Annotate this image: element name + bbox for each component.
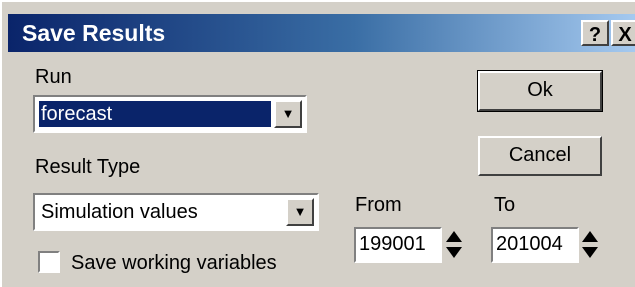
from-label: From [355,194,402,216]
to-label: To [494,194,516,216]
result-type-dropdown[interactable]: Simulation values ▼ [33,193,319,231]
run-label: Run [35,66,72,88]
spin-updown-icon[interactable] [445,227,463,263]
chevron-down-icon[interactable]: ▼ [286,198,314,226]
spin-down-icon[interactable] [582,247,598,258]
run-dropdown[interactable]: forecast ▼ [33,95,307,133]
save-working-variables-checkbox[interactable] [38,251,60,273]
title-bar: Save Results ? X [8,14,635,52]
ok-button[interactable]: Ok [477,70,603,112]
spin-down-icon[interactable] [446,247,462,258]
cancel-button[interactable]: Cancel [478,136,602,176]
help-button[interactable]: ? [581,20,609,46]
result-type-label: Result Type [35,156,141,178]
save-working-variables-label: Save working variables [71,252,277,274]
close-button[interactable]: X [611,20,635,46]
from-field[interactable]: 199001 [354,227,442,263]
run-selected-value: forecast [39,101,271,127]
dialog-title: Save Results [22,20,166,46]
spin-up-icon[interactable] [582,231,598,242]
result-type-selected-value: Simulation values [41,201,198,223]
spin-updown-icon[interactable] [581,227,599,263]
spin-up-icon[interactable] [446,231,462,242]
to-field[interactable]: 201004 [491,227,579,263]
save-results-dialog: Save Results ? X Run forecast ▼ Result T… [0,0,635,287]
chevron-down-icon[interactable]: ▼ [274,100,302,128]
